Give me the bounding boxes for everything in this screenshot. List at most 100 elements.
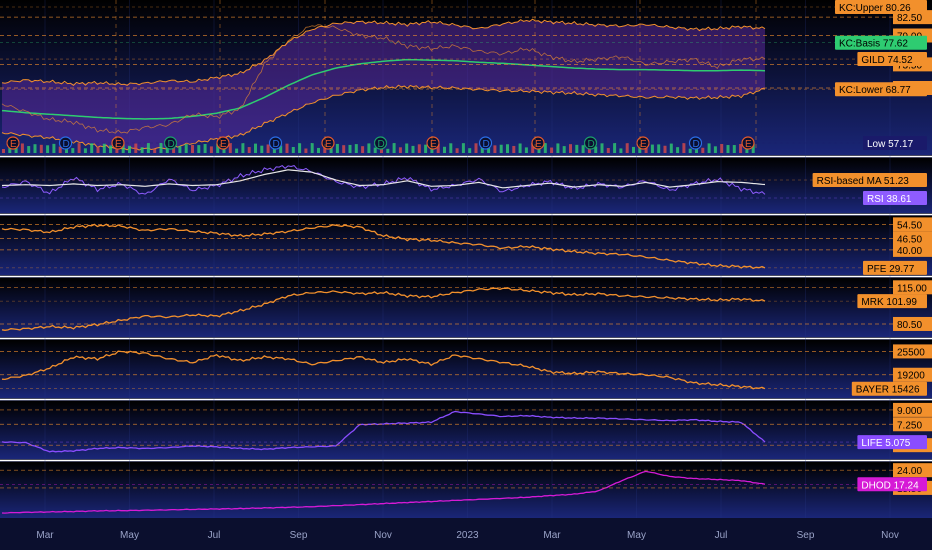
y-tick-label: 19200 [893, 367, 932, 382]
volume-bar [657, 144, 661, 153]
event-marker-label: D [378, 139, 385, 150]
x-axis-label: Nov [881, 530, 899, 541]
volume-bar [310, 143, 314, 153]
volume-bar [606, 148, 610, 153]
y-tick-text: 24.00 [897, 466, 922, 477]
price-badge-text: Low 57.17 [867, 139, 914, 150]
volume-bar [203, 143, 207, 153]
price-badge-gild: KC:Lower 68.77 [835, 82, 927, 97]
price-badge-dhod: DHOD 17.24 [857, 477, 927, 492]
volume-bar [732, 145, 736, 153]
volume-bar [524, 147, 528, 153]
x-axis-label: 2023 [456, 530, 479, 541]
event-marker-label: E [430, 139, 437, 150]
x-axis-label: May [120, 530, 139, 541]
volume-bar [569, 144, 572, 153]
volume-bar [405, 143, 409, 153]
volume-bar [713, 146, 717, 153]
y-tick-label: 80.50 [893, 316, 932, 331]
volume-bar [506, 144, 509, 153]
volume-bar [235, 148, 239, 153]
volume-bar [739, 144, 743, 153]
y-tick-text: 9.000 [897, 406, 922, 417]
y-tick-text: 54.50 [897, 220, 922, 231]
volume-bar [266, 144, 270, 153]
price-badge-text: KC:Lower 68.77 [839, 85, 911, 96]
event-marker-label: D [483, 139, 490, 150]
y-tick-label: 7.250 [893, 417, 932, 432]
price-badge-text: PFE 29.77 [867, 264, 915, 275]
event-marker-label: D [168, 139, 175, 150]
volume-bar [153, 148, 157, 153]
volume-bar [688, 148, 692, 153]
volume-bar [304, 148, 308, 153]
volume-bar [650, 144, 654, 153]
volume-bar [726, 145, 730, 153]
volume-bar [291, 147, 295, 153]
volume-bar [562, 146, 566, 153]
price-badge-rsi: RSI 38.61 [863, 191, 927, 205]
volume-bar [707, 143, 711, 153]
volume-bar [39, 144, 43, 153]
volume-bar [373, 147, 377, 153]
volume-bar [52, 143, 56, 153]
volume-bar [178, 146, 182, 153]
x-axis-label: Jul [715, 530, 728, 541]
volume-bar [575, 144, 579, 153]
event-marker-label: E [325, 139, 332, 150]
volume-bar [27, 146, 31, 153]
volume-bar [33, 144, 37, 153]
y-tick-label: 25500 [893, 344, 932, 359]
panel-background [0, 340, 932, 398]
chart-workspace[interactable]: EDEDEDEDEDEDEDE82.5079.0073.5069.00KC:Up… [0, 0, 932, 550]
volume-bar [468, 148, 472, 153]
volume-bar [146, 143, 150, 153]
volume-bar [83, 148, 87, 153]
event-marker-label: E [745, 139, 752, 150]
volume-bar [518, 143, 522, 153]
panel-background [0, 216, 932, 275]
volume-bar [613, 143, 617, 153]
x-axis-label: Jul [208, 530, 221, 541]
price-badge-mrk: MRK 101.99 [857, 294, 927, 309]
volume-bar [398, 147, 402, 153]
price-badge-text: RSI 38.61 [867, 194, 912, 205]
volume-bar [2, 149, 5, 153]
volume-bar [348, 144, 352, 153]
volume-bar [96, 146, 100, 153]
volume-bar [109, 145, 113, 153]
y-tick-text: 25500 [897, 347, 925, 358]
volume-bar [663, 145, 667, 153]
volume-bar [77, 143, 81, 153]
event-marker-label: E [10, 139, 17, 150]
price-badge-text: RSI-based MA 51.23 [817, 176, 910, 187]
y-tick-label: 9.000 [893, 402, 932, 417]
volume-bar [361, 146, 365, 153]
price-badge-text: MRK 101.99 [861, 297, 917, 308]
volume-bar [342, 145, 346, 153]
x-axis-label: Sep [290, 530, 308, 541]
volume-bar [159, 143, 163, 153]
y-tick-text: 7.250 [897, 420, 922, 431]
volume-bar [417, 144, 421, 153]
price-badge-text: LIFE 5.075 [861, 438, 910, 449]
volume-bar [46, 145, 50, 153]
volume-bar [625, 143, 629, 153]
volume-bar [556, 143, 560, 153]
event-marker-label: D [693, 139, 700, 150]
y-tick-label: 24.00 [893, 463, 932, 478]
x-axis-label: Sep [797, 530, 815, 541]
volume-bar [676, 147, 680, 153]
volume-bar [449, 143, 453, 153]
volume-bar [720, 144, 724, 153]
y-tick-text: 19200 [897, 371, 925, 382]
volume-bar [499, 144, 503, 153]
x-axis-label: May [627, 530, 646, 541]
volume-bar [247, 147, 251, 153]
multi-panel-chart[interactable]: EDEDEDEDEDEDEDE82.5079.0073.5069.00KC:Up… [0, 0, 932, 550]
y-tick-label: 40.00 [893, 242, 932, 257]
price-badge-gild: GILD 74.52 [857, 52, 927, 67]
price-badge-life: LIFE 5.075 [857, 435, 927, 450]
volume-bar [260, 145, 264, 153]
price-badge-gild: KC:Upper 80.26 [835, 0, 927, 14]
